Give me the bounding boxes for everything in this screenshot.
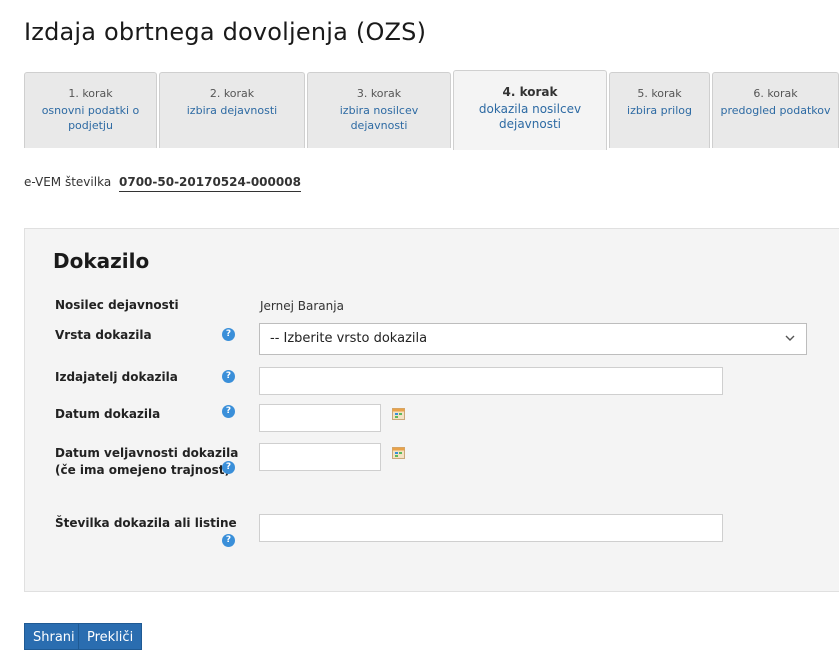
tab-step-desc: predogled podatkov	[720, 104, 831, 117]
document-number-label: Številka dokazila ali listine	[55, 516, 237, 530]
validity-label: Datum veljavnosti dokazila (če ima omeje…	[55, 446, 239, 477]
help-icon[interactable]: ?	[222, 534, 235, 547]
panel-heading: Dokazilo	[53, 249, 150, 273]
tab-step-3[interactable]: 3. korak izbira nosilcev dejavnosti	[307, 72, 451, 148]
evem-number: 0700-50-20170524-000008	[119, 175, 301, 192]
tab-step-desc: izbira prilog	[627, 104, 692, 117]
tab-step-label: 5. korak	[637, 87, 682, 100]
tab-step-label: 6. korak	[753, 87, 798, 100]
tab-step-6[interactable]: 6. korak predogled podatkov	[712, 72, 839, 148]
tab-step-desc: dokazila nosilcev dejavnosti	[478, 102, 582, 131]
help-icon[interactable]: ?	[222, 461, 235, 474]
evem-label: e-VEM številka	[24, 175, 112, 189]
help-icon[interactable]: ?	[222, 370, 235, 383]
date-input[interactable]	[259, 404, 381, 432]
tab-step-desc: osnovni podatki o podjetju	[41, 104, 140, 132]
cancel-button[interactable]: Prekliči	[78, 623, 143, 650]
issuer-input[interactable]	[259, 367, 723, 395]
wizard-steps: 1. korak osnovni podatki o podjetju 2. k…	[24, 70, 839, 150]
holder-value: Jernej Baranja	[260, 299, 344, 313]
validity-date-input[interactable]	[259, 443, 381, 471]
type-label: Vrsta dokazila	[55, 328, 152, 342]
tab-step-desc: izbira dejavnosti	[186, 104, 278, 117]
issuer-label: Izdajatelj dokazila	[55, 370, 178, 384]
document-number-input[interactable]	[259, 514, 723, 542]
tab-step-2[interactable]: 2. korak izbira dejavnosti	[159, 72, 305, 148]
chevron-down-icon	[784, 324, 796, 365]
help-icon[interactable]: ?	[222, 405, 235, 418]
tab-step-desc: izbira nosilcev dejavnosti	[339, 104, 419, 132]
page-title: Izdaja obrtnega dovoljenja (OZS)	[24, 18, 427, 46]
tab-step-5[interactable]: 5. korak izbira prilog	[609, 72, 710, 148]
tab-step-1[interactable]: 1. korak osnovni podatki o podjetju	[24, 72, 157, 148]
evidence-type-select[interactable]: -- Izberite vrsto dokazila	[259, 323, 807, 355]
date-label: Datum dokazila	[55, 407, 161, 421]
calendar-icon[interactable]	[392, 444, 405, 459]
help-icon[interactable]: ?	[222, 328, 235, 341]
evem-number-line: e-VEM številka 0700-50-20170524-000008	[24, 175, 301, 192]
calendar-icon[interactable]	[392, 405, 405, 420]
evidence-panel: Dokazilo Nosilec dejavnosti Jernej Baran…	[24, 228, 839, 592]
evidence-type-selected: -- Izberite vrsto dokazila	[270, 331, 428, 346]
tab-step-label: 2. korak	[209, 87, 255, 100]
tab-step-label: 3. korak	[356, 87, 402, 100]
save-button[interactable]: Shrani	[24, 623, 84, 650]
tab-step-4[interactable]: 4. korak dokazila nosilcev dejavnosti	[453, 70, 607, 150]
holder-label: Nosilec dejavnosti	[55, 298, 179, 312]
tab-step-label: 4. korak	[502, 85, 558, 99]
tab-step-label: 1. korak	[68, 87, 113, 100]
